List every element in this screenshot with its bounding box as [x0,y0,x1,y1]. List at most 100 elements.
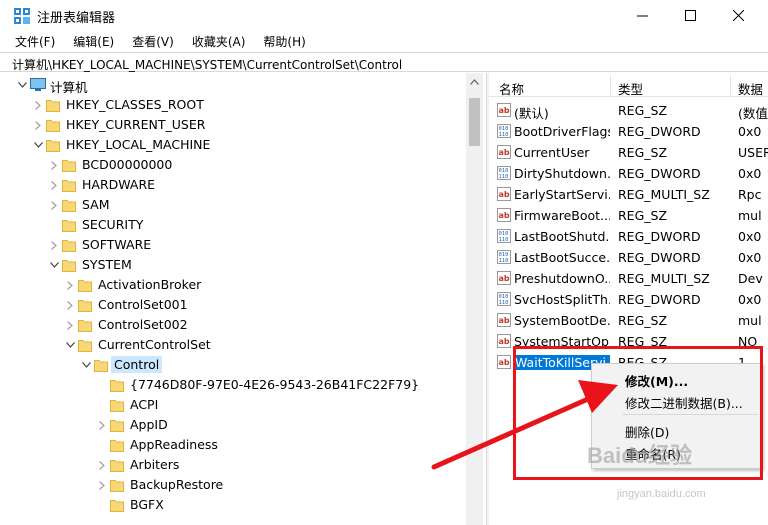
value-row[interactable]: 010 110 LastBootSucce... REG_DWORD 0x0 [489,247,768,268]
tree-node-label: SAM [82,197,110,212]
chevron-right-icon[interactable] [48,159,60,171]
folder-icon [46,138,60,152]
value-name: (默认) [514,106,549,121]
chevron-right-icon[interactable] [32,99,44,111]
tree-node[interactable]: 计算机 [0,75,466,95]
chevron-down-icon[interactable] [32,139,44,151]
tree-node[interactable]: Control [0,355,466,375]
key-tree[interactable]: 计算机 HKEY_CLASSES_ROOT HKEY_CURRENT_USER HKE… [0,73,486,525]
svg-text:110: 110 [499,132,509,138]
binary-value-icon: 010 110 [497,166,511,180]
tree-node[interactable]: ControlSet002 [0,315,466,335]
tree-node-label: HKEY_LOCAL_MACHINE [66,137,211,152]
tree-node[interactable]: HKEY_LOCAL_MACHINE [0,135,466,155]
value-row[interactable]: ab SystemBootDe... REG_SZ mul [489,310,768,331]
column-header-data[interactable]: 数据 [738,79,763,98]
column-header-type[interactable]: 类型 [618,79,643,98]
string-value-icon: ab [497,313,511,327]
value-row[interactable]: ab CurrentUser REG_SZ USER [489,142,768,163]
scroll-up-button[interactable] [466,73,483,90]
menu-file[interactable]: 文件(F) [6,31,64,51]
chevron-right-icon[interactable] [96,479,108,491]
value-row[interactable]: ab PreshutdownO... REG_MULTI_SZ Dev [489,268,768,289]
tree-node-label: BCD00000000 [82,157,173,172]
value-row[interactable]: ab EarlyStartServi... REG_MULTI_SZ Rpc [489,184,768,205]
list-header: 名称 类型 数据 [489,73,768,97]
close-button[interactable] [715,0,761,31]
column-divider[interactable] [730,75,731,95]
value-type: REG_DWORD [618,292,701,307]
value-type: REG_MULTI_SZ [618,187,710,202]
tree-node[interactable]: BackupRestore [0,475,466,495]
value-data: mul [738,313,762,328]
chevron-down-icon[interactable] [64,339,76,351]
chevron-down-icon[interactable] [48,259,60,271]
tree-node[interactable]: HARDWARE [0,175,466,195]
menu-help[interactable]: 帮助(H) [254,31,314,51]
tree-node[interactable]: {7746D80F-97E0-4E26-9543-26B41FC22F79} [0,375,466,395]
tree-node[interactable]: SYSTEM [0,255,466,275]
chevron-down-icon[interactable] [80,359,92,371]
value-type: REG_DWORD [618,166,701,181]
value-row[interactable]: ab (默认) REG_SZ (数值 [489,100,768,121]
tree-node[interactable]: BGFX [0,495,466,515]
tree-node[interactable]: ControlSet001 [0,295,466,315]
registry-editor-window: 注册表编辑器 文件(F) 编辑(E) 查看(V) 收藏夹(A) 帮助(H) 计算… [0,0,768,525]
tree-node[interactable]: SAM [0,195,466,215]
value-type: REG_SZ [618,208,668,223]
value-row[interactable]: ab FirmwareBoot... REG_SZ mul [489,205,768,226]
folder-icon [110,418,124,432]
chevron-right-icon[interactable] [48,199,60,211]
chevron-right-icon[interactable] [48,239,60,251]
folder-icon [46,98,60,112]
chevron-down-icon[interactable] [16,79,28,91]
tree-node[interactable]: HKEY_CLASSES_ROOT [0,95,466,115]
chevron-right-icon[interactable] [96,419,108,431]
value-row[interactable]: 010 110 BootDriverFlags REG_DWORD 0x0 [489,121,768,142]
chevron-right-icon[interactable] [64,299,76,311]
baidu-watermark: Baidu经验 jingyan.baidu.com [587,438,706,500]
chevron-right-icon[interactable] [32,119,44,131]
menu-edit[interactable]: 编辑(E) [64,31,123,51]
column-divider[interactable] [610,75,611,95]
tree-node[interactable]: Arbiters [0,455,466,475]
maximize-button[interactable] [667,0,713,31]
tree-node[interactable]: AppReadiness [0,435,466,455]
column-header-name[interactable]: 名称 [499,79,524,98]
tree-scrollbar[interactable] [466,73,483,525]
folder-icon [62,178,76,192]
svg-text:110: 110 [499,174,509,180]
value-type: REG_DWORD [618,250,701,265]
chevron-right-icon[interactable] [64,279,76,291]
value-row[interactable]: 010 110 LastBootShutd... REG_DWORD 0x0 [489,226,768,247]
svg-text:110: 110 [499,300,509,306]
tree-node[interactable]: SECURITY [0,215,466,235]
tree-node[interactable]: SOFTWARE [0,235,466,255]
binary-value-icon: 010 110 [497,229,511,243]
minimize-button[interactable] [619,0,665,31]
menu-favorites[interactable]: 收藏夹(A) [183,31,255,51]
tree-node[interactable]: BCD00000000 [0,155,466,175]
chevron-right-icon[interactable] [64,319,76,331]
binary-value-icon: 010 110 [497,250,511,264]
value-type: REG_MULTI_SZ [618,271,710,286]
tree-node[interactable]: CurrentControlSet [0,335,466,355]
value-data: Rpc [738,187,762,202]
value-row[interactable]: 010 110 SvcHostSplitTh... REG_DWORD 0x0 [489,289,768,310]
tree-node-label: ControlSet002 [98,317,188,332]
tree-node[interactable]: ACPI [0,395,466,415]
tree-node[interactable]: HKEY_CURRENT_USER [0,115,466,135]
value-name: FirmwareBoot... [514,208,610,223]
menu-view[interactable]: 查看(V) [123,31,183,51]
value-row[interactable]: 010 110 DirtyShutdown... REG_DWORD 0x0 [489,163,768,184]
tree-node[interactable]: ActivationBroker [0,275,466,295]
chevron-right-icon[interactable] [48,179,60,191]
string-value-icon: ab [497,208,511,222]
value-type: REG_SZ [618,313,668,328]
tree-node-label: HARDWARE [82,177,156,192]
address-bar[interactable]: 计算机\HKEY_LOCAL_MACHINE\SYSTEM\CurrentCon… [0,52,768,72]
tree-node[interactable]: AppID [0,415,466,435]
chevron-right-icon[interactable] [96,459,108,471]
tree-node-label: 计算机 [50,80,88,95]
scrollbar-thumb[interactable] [469,98,480,146]
